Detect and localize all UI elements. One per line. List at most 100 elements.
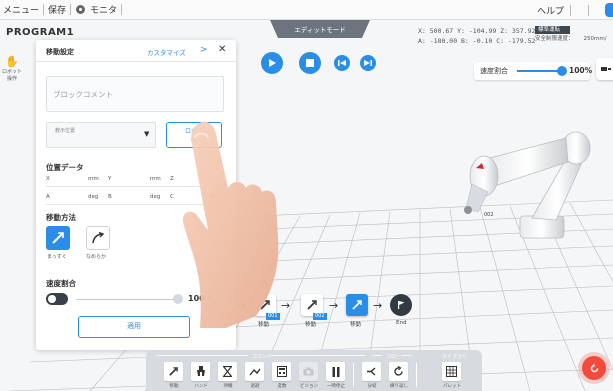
jog-icon bbox=[601, 67, 611, 71]
speed-ratio-control[interactable]: 速度割合 100% bbox=[474, 62, 593, 80]
y-label: Y bbox=[108, 176, 112, 182]
robot-teach-button[interactable]: ロボッ 教 bbox=[166, 122, 222, 148]
robot-operation-tab[interactable]: ✋ ロボット 操作 bbox=[0, 56, 24, 96]
command-label: 変数 bbox=[277, 384, 287, 389]
flow-node-move-3-selected[interactable] bbox=[346, 294, 368, 316]
reset-button[interactable] bbox=[582, 356, 606, 380]
move-icon bbox=[169, 367, 178, 376]
menu-divider bbox=[121, 4, 123, 15]
play-icon bbox=[269, 59, 276, 67]
close-icon[interactable]: ✕ bbox=[218, 44, 226, 55]
flow-arrow-icon: → bbox=[373, 299, 383, 312]
command-move-button[interactable] bbox=[164, 362, 183, 381]
chevron-right-icon[interactable]: > bbox=[200, 45, 208, 55]
command-hand-button[interactable] bbox=[191, 362, 210, 381]
flag-icon bbox=[398, 301, 405, 309]
command-label: ハンド bbox=[194, 384, 208, 389]
command-vision-button[interactable] bbox=[299, 362, 318, 381]
teach-position-label: 教示位置 bbox=[55, 128, 76, 134]
safety-speed-value: 250mm/ bbox=[583, 36, 607, 42]
robot-teach-label-1: ロボッ bbox=[184, 128, 203, 135]
speed-slider-value: 100 bbox=[188, 294, 205, 303]
command-divider bbox=[353, 363, 354, 387]
c-label: C bbox=[170, 194, 174, 200]
x-label: X bbox=[46, 176, 50, 182]
command-retreat-button[interactable] bbox=[245, 362, 264, 381]
speed-ratio-value: 100% bbox=[569, 66, 593, 75]
caption-line bbox=[156, 355, 248, 356]
step-forward-icon bbox=[364, 60, 372, 66]
save-button[interactable]: 保存 bbox=[44, 0, 70, 19]
coordinate-line-abc: A: -180.00 B: -0.10 C: -179.52 bbox=[418, 37, 536, 45]
step-back-button[interactable] bbox=[334, 55, 350, 71]
caption-line bbox=[402, 355, 412, 356]
panel-title: 移動設定 bbox=[46, 48, 74, 56]
flow-loop-button[interactable] bbox=[389, 362, 408, 381]
side-panel-tab[interactable] bbox=[605, 3, 613, 17]
speed-slider-knob[interactable] bbox=[173, 294, 183, 304]
panel-header: 移動設定 カスタマイズ > ✕ bbox=[36, 40, 236, 62]
help-button[interactable]: ヘルプ bbox=[537, 0, 564, 20]
unit-label: mm bbox=[88, 176, 99, 182]
flow-node-label: 移動 bbox=[305, 322, 317, 328]
flow-node-end[interactable] bbox=[390, 294, 412, 316]
command-pause-button[interactable] bbox=[326, 362, 345, 381]
play-button[interactable] bbox=[261, 52, 283, 74]
move-icon bbox=[307, 300, 317, 310]
block-comment-input[interactable]: ブロックコメント bbox=[46, 76, 224, 112]
menu-divider bbox=[70, 4, 72, 15]
step-forward-button[interactable] bbox=[360, 55, 376, 71]
move-smooth-button[interactable] bbox=[86, 226, 110, 250]
command-wait-button[interactable] bbox=[218, 362, 237, 381]
command-label: 一時停止 bbox=[327, 384, 345, 389]
speed-ratio-label: 速度割合 bbox=[480, 67, 508, 75]
command-label: 繰り返し bbox=[390, 384, 408, 389]
command-variable-button[interactable] bbox=[272, 362, 291, 381]
status-badge: 標準運転 bbox=[535, 26, 571, 34]
flow-arrow-icon: → bbox=[281, 299, 291, 312]
gripper-icon bbox=[196, 366, 205, 376]
dropdown-arrow-icon: ▼ bbox=[144, 130, 150, 138]
branch-icon bbox=[367, 367, 376, 376]
monitor-icon[interactable] bbox=[76, 5, 86, 14]
menu-button[interactable]: メニュー bbox=[0, 0, 43, 19]
program-title: PROGRAM1 bbox=[6, 27, 75, 38]
stop-icon bbox=[306, 59, 314, 67]
command-label: 待機 bbox=[223, 384, 233, 389]
move-method-title: 移動方法 bbox=[46, 213, 76, 222]
speed-ratio-knob[interactable] bbox=[557, 66, 567, 76]
command-bar: コマンド フロー ライブラリ 移動 ハンド 待機 退避 変数 ビジョン 一時停止… bbox=[146, 350, 482, 391]
flow-branch-button[interactable] bbox=[362, 362, 381, 381]
speed-ratio-toggle[interactable] bbox=[46, 293, 68, 305]
pause-icon bbox=[332, 366, 339, 377]
hourglass-icon bbox=[223, 366, 232, 377]
robot-operation-label-1: ロボット bbox=[1, 69, 22, 75]
z-label: Z bbox=[170, 176, 174, 182]
move-icon bbox=[352, 300, 362, 310]
robot-operation-label-2: 操作 bbox=[6, 76, 17, 82]
stop-button[interactable] bbox=[299, 52, 321, 74]
command-label: 退避 bbox=[250, 384, 260, 389]
library-caption: ライブラリ bbox=[442, 354, 468, 360]
speed-ratio-title: 速度割合 bbox=[46, 279, 76, 288]
move-straight-button[interactable] bbox=[46, 226, 70, 250]
command-caption: コマンド bbox=[252, 354, 273, 360]
speed-ratio-track[interactable] bbox=[517, 70, 562, 72]
customize-link[interactable]: カスタマイズ bbox=[147, 47, 186, 57]
jog-panel-tab[interactable] bbox=[596, 58, 613, 80]
flow-node-label: 移動 bbox=[258, 322, 270, 328]
speed-slider-unit: % bbox=[207, 296, 213, 302]
position-data-title: 位置データ bbox=[46, 163, 84, 172]
loop-icon bbox=[394, 366, 403, 376]
monitor-button[interactable]: モニタ bbox=[90, 0, 121, 19]
library-pallet-button[interactable] bbox=[442, 362, 461, 381]
command-label: ビジョン bbox=[300, 384, 318, 389]
grid-icon bbox=[446, 366, 457, 377]
apply-button[interactable]: 適用 bbox=[78, 316, 190, 338]
speed-slider-track[interactable] bbox=[76, 299, 176, 300]
move-straight-label: まっすぐ bbox=[47, 254, 67, 260]
flow-arrow-icon: → bbox=[237, 299, 247, 312]
teach-position-select[interactable]: 教示位置 ▼ bbox=[46, 122, 156, 148]
flow-node-label: 移動 bbox=[350, 322, 362, 328]
robot-teach-label-2: 教 bbox=[190, 137, 197, 144]
